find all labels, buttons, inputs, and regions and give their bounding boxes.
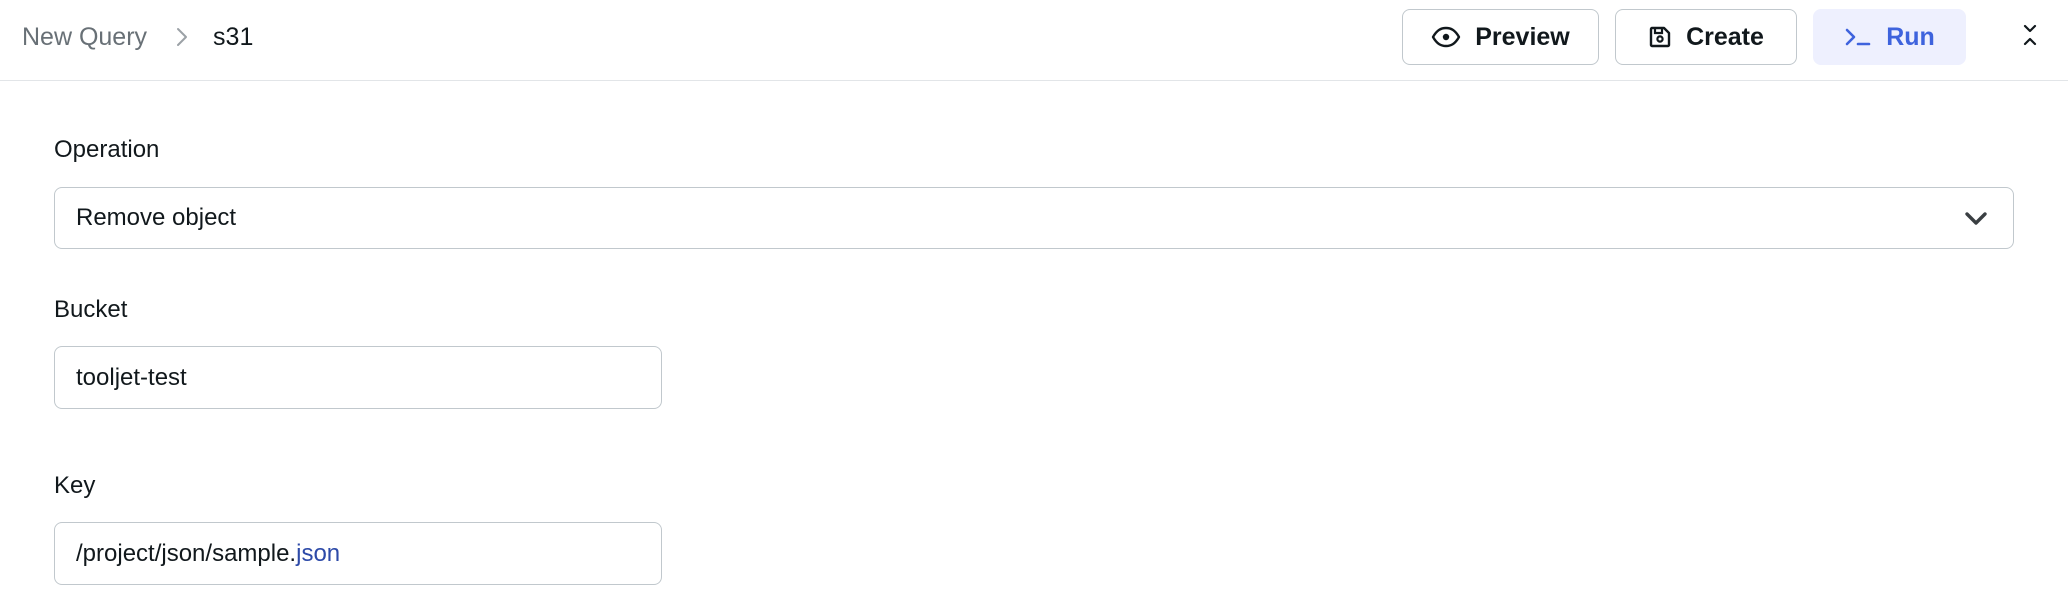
run-button[interactable]: Run [1813, 9, 1966, 65]
key-label: Key [54, 472, 96, 499]
save-icon [1648, 25, 1672, 49]
collapse-panel-button[interactable] [2016, 20, 2044, 54]
bucket-input-value: tooljet-test [76, 363, 187, 391]
operation-selected-value: Remove object [76, 204, 237, 231]
operation-label: Operation [54, 136, 160, 163]
bucket-input[interactable]: tooljet-test [54, 346, 662, 409]
key-input-extension: json [296, 539, 341, 567]
query-name[interactable]: s31 [213, 23, 253, 52]
chevron-down-icon [1963, 206, 1989, 232]
breadcrumb: New Query s31 [22, 0, 253, 74]
operation-select[interactable]: Remove object [54, 187, 2014, 249]
key-input[interactable]: /project/json/sample. json [54, 522, 662, 585]
preview-label: Preview [1475, 22, 1570, 51]
preview-button[interactable]: Preview [1402, 9, 1599, 65]
create-button[interactable]: Create [1615, 9, 1797, 65]
create-label: Create [1686, 22, 1764, 51]
run-label: Run [1886, 22, 1935, 51]
eye-icon [1431, 26, 1461, 48]
collapse-icon [2022, 22, 2038, 53]
bucket-label: Bucket [54, 296, 128, 323]
query-header: New Query s31 Preview Create Run [0, 0, 2068, 81]
chevron-right-icon [175, 26, 189, 48]
terminal-icon [1844, 27, 1872, 47]
key-input-path: /project/json/sample. [76, 539, 297, 567]
breadcrumb-new-query[interactable]: New Query [22, 23, 147, 52]
